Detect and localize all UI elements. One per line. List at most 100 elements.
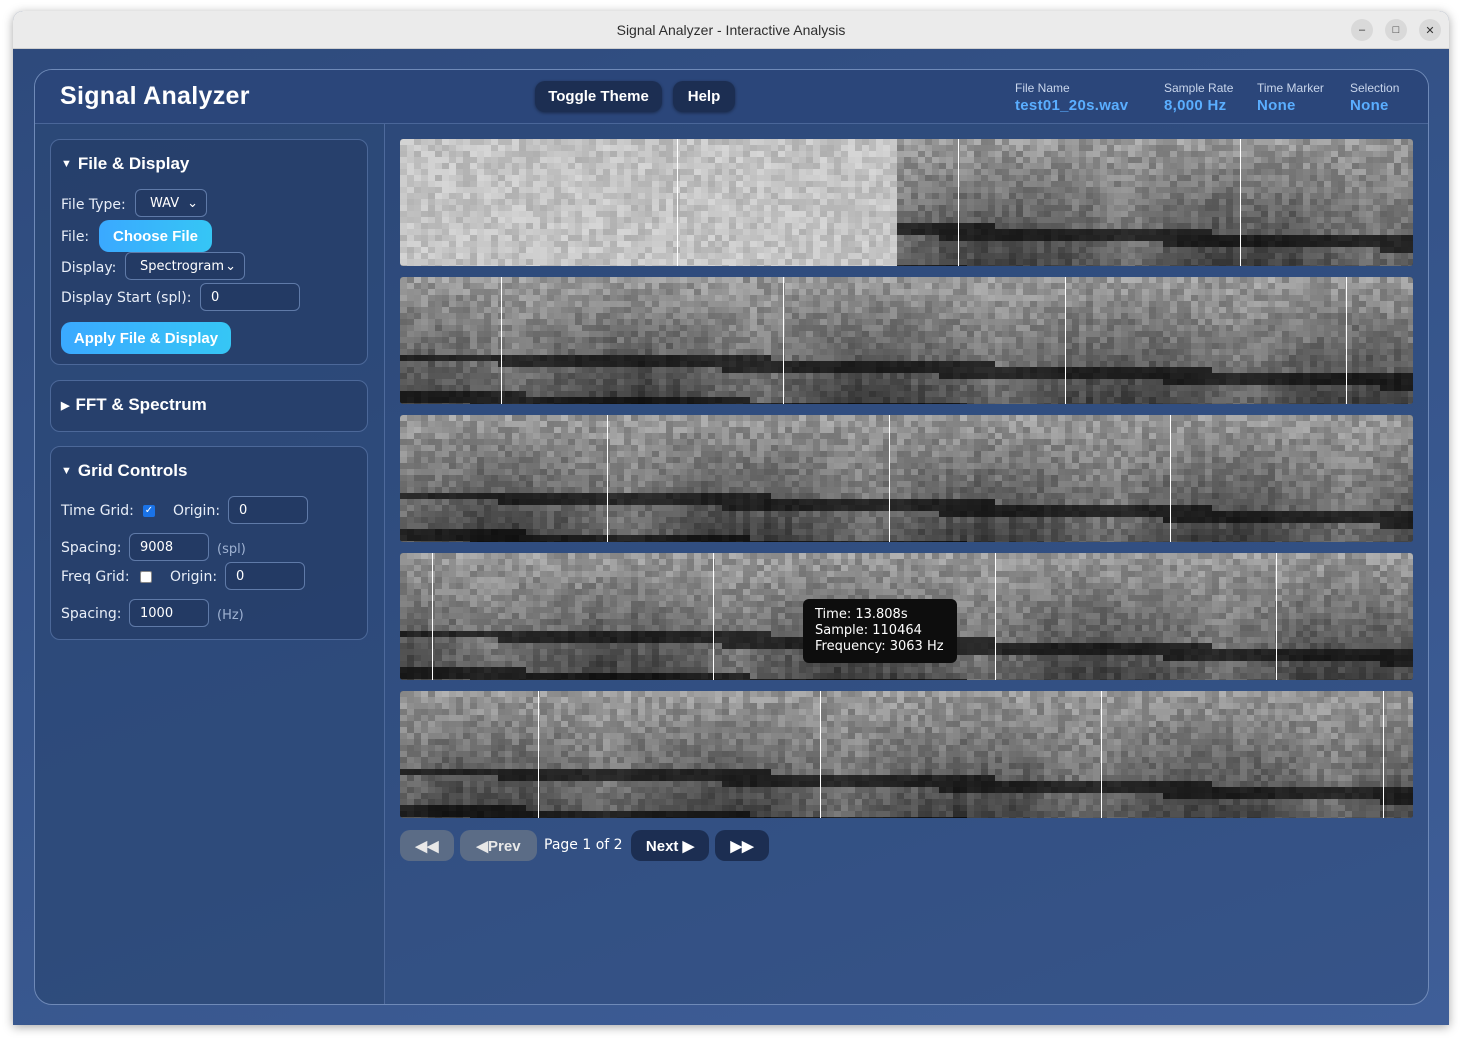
freq-origin-input[interactable]: 0 bbox=[225, 562, 305, 590]
choose-file-button[interactable]: Choose File bbox=[99, 220, 212, 252]
spectrogram-row[interactable] bbox=[400, 415, 1413, 542]
window-titlebar: Signal Analyzer - Interactive Analysis –… bbox=[13, 11, 1449, 49]
file-display-panel: ▼ File & Display File Type: WAV ⌄ File: … bbox=[50, 139, 368, 365]
fft-spectrum-title: FFT & Spectrum bbox=[75, 395, 207, 414]
spectrogram-image bbox=[400, 139, 1413, 266]
spectrogram-row[interactable] bbox=[400, 277, 1413, 404]
selection-stat: Selection None bbox=[1350, 81, 1399, 114]
display-start-input[interactable]: 0 bbox=[200, 283, 300, 311]
sample-rate-value: 8,000 Hz bbox=[1164, 97, 1227, 114]
display-label: Display: bbox=[61, 260, 117, 276]
display-start-label: Display Start (spl): bbox=[61, 290, 192, 306]
window-controls: – □ ✕ bbox=[1351, 19, 1441, 41]
next-page-button[interactable]: Next ▶ bbox=[631, 830, 709, 861]
collapsed-triangle-icon: ▶ bbox=[61, 399, 70, 412]
tooltip-sample: Sample: 110464 bbox=[815, 623, 922, 638]
sample-rate-label: Sample Rate bbox=[1164, 81, 1234, 95]
selection-label: Selection bbox=[1350, 81, 1400, 95]
file-type-label: File Type: bbox=[61, 197, 126, 213]
time-grid-line bbox=[1383, 691, 1384, 818]
spectrogram-image bbox=[400, 277, 1413, 404]
close-icon[interactable]: ✕ bbox=[1419, 19, 1441, 41]
maximize-icon[interactable]: □ bbox=[1385, 19, 1407, 41]
sample-rate-stat: Sample Rate 8,000 Hz bbox=[1164, 81, 1233, 114]
file-name-stat: File Name test01_20s.wav bbox=[1015, 81, 1128, 114]
file-label: File: bbox=[61, 229, 90, 245]
expanded-triangle-icon: ▼ bbox=[61, 465, 72, 477]
display-select[interactable]: Spectrogram ⌄ bbox=[125, 252, 245, 280]
grid-controls-panel: ▼ Grid Controls Time Grid: ✓ Origin: 0 S… bbox=[50, 446, 368, 640]
time-origin-input[interactable]: 0 bbox=[228, 496, 308, 524]
time-marker-stat: Time Marker None bbox=[1257, 81, 1324, 114]
time-grid-line bbox=[607, 415, 608, 542]
freq-grid-checkbox[interactable] bbox=[140, 571, 152, 583]
app-header: Signal Analyzer Toggle Theme Help File N… bbox=[35, 70, 1428, 124]
fft-spectrum-header[interactable]: ▶ FFT & Spectrum bbox=[61, 395, 207, 415]
spectrogram-row[interactable] bbox=[400, 139, 1413, 266]
time-grid-line bbox=[1276, 553, 1277, 680]
prev-page-button[interactable]: ◀Prev bbox=[460, 830, 537, 861]
time-grid-line bbox=[1170, 415, 1171, 542]
selection-value: None bbox=[1350, 97, 1389, 114]
time-grid-line bbox=[538, 691, 539, 818]
window-client: Signal Analyzer Toggle Theme Help File N… bbox=[13, 49, 1449, 1025]
time-grid-line bbox=[1346, 277, 1347, 404]
grid-controls-title: Grid Controls bbox=[77, 461, 188, 480]
file-name-label: File Name bbox=[1015, 81, 1070, 95]
time-grid-line bbox=[1240, 139, 1241, 266]
time-grid-line bbox=[432, 553, 433, 680]
time-grid-line bbox=[1065, 277, 1066, 404]
time-origin-label: Origin: bbox=[173, 503, 221, 519]
apply-file-display-button[interactable]: Apply File & Display bbox=[61, 322, 231, 354]
time-spacing-unit: (spl) bbox=[217, 542, 246, 557]
grid-controls-header[interactable]: ▼ Grid Controls bbox=[61, 461, 187, 481]
expanded-triangle-icon: ▼ bbox=[61, 158, 72, 170]
tooltip-frequency: Frequency: 3063 Hz bbox=[815, 639, 944, 654]
display-value: Spectrogram bbox=[140, 258, 224, 274]
time-grid-line bbox=[713, 553, 714, 680]
window-title: Signal Analyzer - Interactive Analysis bbox=[616, 21, 846, 38]
spectrogram-image bbox=[400, 415, 1413, 542]
time-grid-line bbox=[783, 277, 784, 404]
freq-origin-label: Origin: bbox=[170, 569, 218, 585]
main-area: Time: 13.808s Sample: 110464 Frequency: … bbox=[385, 124, 1428, 1004]
file-type-select[interactable]: WAV ⌄ bbox=[135, 189, 207, 217]
freq-spacing-unit: (Hz) bbox=[217, 608, 244, 623]
app-container: Signal Analyzer Toggle Theme Help File N… bbox=[34, 69, 1429, 1005]
time-spacing-input[interactable]: 9008 bbox=[129, 533, 209, 561]
first-page-button[interactable]: ◀◀ bbox=[400, 830, 454, 861]
time-spacing-label: Spacing: bbox=[61, 540, 122, 556]
chevron-down-icon: ⌄ bbox=[225, 258, 236, 274]
time-grid-line bbox=[677, 139, 678, 266]
file-display-title: File & Display bbox=[77, 154, 190, 173]
hover-tooltip: Time: 13.808s Sample: 110464 Frequency: … bbox=[803, 599, 957, 663]
time-grid-line bbox=[501, 277, 502, 404]
tooltip-time: Time: 13.808s bbox=[815, 607, 908, 622]
time-grid-line bbox=[889, 415, 890, 542]
freq-grid-label: Freq Grid: bbox=[61, 569, 130, 585]
chevron-down-icon: ⌄ bbox=[187, 195, 198, 211]
fft-spectrum-panel: ▶ FFT & Spectrum bbox=[50, 380, 368, 432]
time-grid-line bbox=[958, 139, 959, 266]
sidebar: ▼ File & Display File Type: WAV ⌄ File: … bbox=[35, 124, 385, 1004]
time-grid-label: Time Grid: bbox=[61, 503, 134, 519]
freq-spacing-label: Spacing: bbox=[61, 606, 122, 622]
time-grid-line bbox=[1101, 691, 1102, 818]
app-title: Signal Analyzer bbox=[60, 82, 250, 110]
time-marker-value: None bbox=[1257, 97, 1296, 114]
toggle-theme-button[interactable]: Toggle Theme bbox=[535, 81, 662, 112]
spectrogram-row[interactable] bbox=[400, 691, 1413, 818]
os-window: Signal Analyzer - Interactive Analysis –… bbox=[13, 11, 1449, 1025]
file-type-value: WAV bbox=[150, 195, 180, 211]
minimize-icon[interactable]: – bbox=[1351, 19, 1373, 41]
time-grid-line bbox=[995, 553, 996, 680]
last-page-button[interactable]: ▶▶ bbox=[715, 830, 769, 861]
time-grid-checkbox[interactable]: ✓ bbox=[143, 505, 155, 517]
help-button[interactable]: Help bbox=[673, 81, 735, 112]
page-indicator: Page 1 of 2 bbox=[544, 837, 623, 853]
file-name-value: test01_20s.wav bbox=[1015, 97, 1129, 114]
freq-spacing-input[interactable]: 1000 bbox=[129, 599, 209, 627]
spectrogram-image bbox=[400, 691, 1413, 818]
file-display-header[interactable]: ▼ File & Display bbox=[61, 154, 189, 174]
time-grid-line bbox=[820, 691, 821, 818]
